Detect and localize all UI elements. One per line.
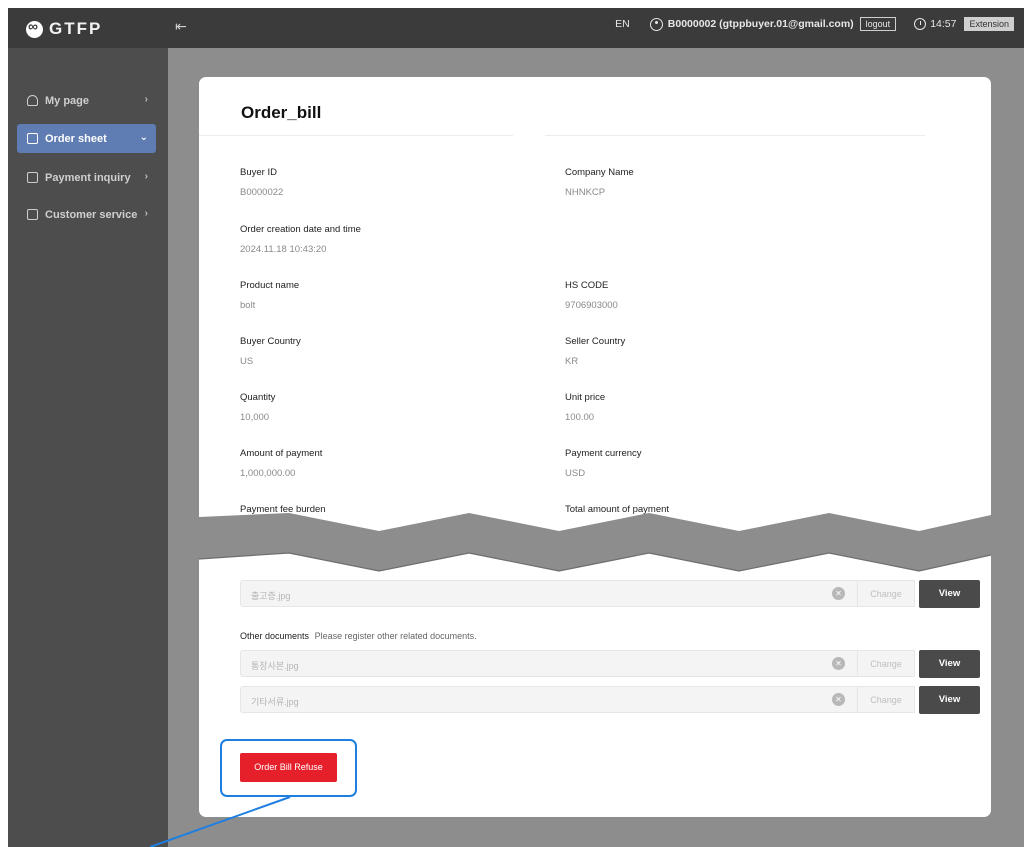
change-button[interactable]: Change <box>857 580 915 607</box>
field-label-payment-currency: Payment currency <box>565 448 642 459</box>
clock-icon <box>914 18 927 30</box>
field-value-amount-of-payment: 1,000,000.00 <box>240 468 296 479</box>
sidebar-item-label: Customer service <box>45 208 138 221</box>
field-value-company-name: NHNKCP <box>565 187 606 198</box>
sidebar-item-label: Payment inquiry <box>45 171 131 184</box>
page-break-zigzag <box>199 513 991 572</box>
change-button[interactable]: Change <box>857 650 915 677</box>
logo-text: GTFP <box>49 19 103 38</box>
other-documents-hint: Please register other related documents. <box>314 631 477 641</box>
sidebar: My page › Order sheet ⌄ Payment inquiry … <box>8 48 168 847</box>
field-label-unit-price: Unit price <box>565 392 606 403</box>
field-value-product-name: bolt <box>240 300 256 311</box>
other-documents-title: Other documents <box>240 631 310 641</box>
clipboard-icon <box>27 172 38 183</box>
extension-button[interactable]: Extension <box>964 17 1014 31</box>
file-input-bankbook-copy[interactable]: 통장사본.jpg <box>240 650 909 677</box>
divider <box>199 135 513 136</box>
change-button[interactable]: Change <box>857 686 915 713</box>
logo-mark-icon <box>26 18 43 38</box>
document-icon <box>27 133 38 144</box>
language-selector[interactable]: EN <box>615 18 630 30</box>
clear-icon[interactable]: ✕ <box>832 693 845 706</box>
field-label-hs-code: HS CODE <box>565 280 609 291</box>
field-value-seller-country: KR <box>565 356 579 367</box>
top-right-controls: EN B0000002 (gtppbuyer.01@gmail.com) log… <box>615 17 1014 31</box>
top-bar: GTFP ⇤ EN B0000002 (gtppbuyer.01@gmail.c… <box>8 8 1024 48</box>
app-window: GTFP ⇤ EN B0000002 (gtppbuyer.01@gmail.c… <box>8 8 1024 847</box>
field-value-buyer-country: US <box>240 356 254 367</box>
clear-icon[interactable]: ✕ <box>832 657 845 670</box>
field-value-hs-code: 9706903000 <box>565 300 618 311</box>
sidebar-item-label: Order sheet <box>45 132 107 145</box>
field-label-amount-of-payment: Amount of payment <box>240 448 323 459</box>
field-value-quantity: 10,000 <box>240 412 270 423</box>
sidebar-item-my-page[interactable]: My page › <box>17 86 156 115</box>
field-label-product-name: Product name <box>240 280 300 291</box>
order-bill-card: Order_bill Buyer ID B0000022 Company Nam… <box>199 77 991 817</box>
file-input-release-certificate[interactable]: 출고증.jpg <box>240 580 909 607</box>
file-input-other-documents[interactable]: 기타서류.jpg <box>240 686 909 713</box>
field-label-company-name: Company Name <box>565 167 634 178</box>
view-button[interactable]: View <box>919 686 980 714</box>
field-value-order-date: 2024.11.18 10:43:20 <box>240 244 327 255</box>
user-icon <box>649 17 663 31</box>
logout-button[interactable]: logout <box>859 17 897 31</box>
clear-icon[interactable]: ✕ <box>832 587 845 600</box>
person-icon <box>27 95 38 106</box>
annotation-highlight-box <box>220 739 357 797</box>
logo[interactable]: GTFP <box>26 18 103 39</box>
field-label-order-date: Order creation date and time <box>240 224 361 235</box>
field-value-unit-price: 100.00 <box>565 412 595 423</box>
sidebar-item-order-sheet[interactable]: Order sheet ⌄ <box>17 124 156 153</box>
session-time: 14:57 <box>930 18 957 30</box>
field-label-quantity: Quantity <box>240 392 276 403</box>
view-button[interactable]: View <box>919 580 980 608</box>
chevron-down-icon: ⌄ <box>139 132 148 143</box>
chevron-right-icon: › <box>144 94 148 105</box>
chevron-right-icon: › <box>144 208 148 219</box>
field-label-buyer-country: Buyer Country <box>240 336 301 347</box>
divider <box>545 135 925 136</box>
sidebar-item-payment-inquiry[interactable]: Payment inquiry › <box>17 163 156 192</box>
view-button[interactable]: View <box>919 650 980 678</box>
user-account: B0000002 (gtppbuyer.01@gmail.com) <box>667 18 854 30</box>
field-label-seller-country: Seller Country <box>565 336 626 347</box>
field-label-buyer-id: Buyer ID <box>240 167 277 178</box>
other-documents-label: Other documents Please register other re… <box>240 631 477 641</box>
field-value-payment-currency: USD <box>565 468 586 479</box>
grid-icon <box>27 209 38 220</box>
sidebar-item-label: My page <box>45 94 90 107</box>
field-value-buyer-id: B0000022 <box>240 187 284 198</box>
page-title: Order_bill <box>241 103 322 122</box>
chevron-right-icon: › <box>144 171 148 182</box>
sidebar-item-customer-service[interactable]: Customer service › <box>17 200 156 229</box>
menu-collapse-icon[interactable]: ⇤ <box>175 18 187 35</box>
